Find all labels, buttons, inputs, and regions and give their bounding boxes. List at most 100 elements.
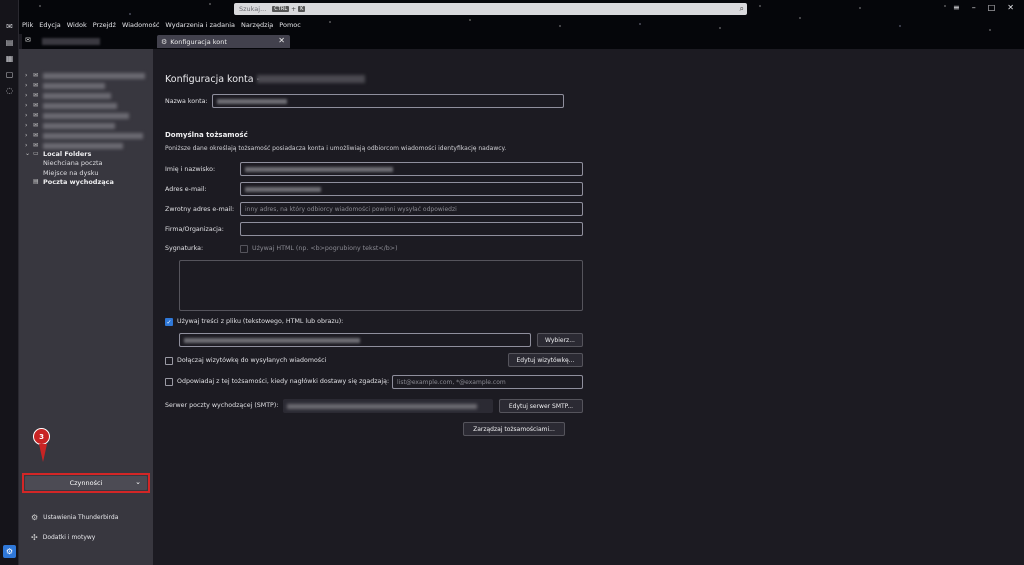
smtp-label: Serwer poczty wychodzącej (SMTP): (165, 402, 279, 409)
tasks-icon[interactable]: ▢ (4, 70, 15, 80)
account-icon: ✉ (33, 122, 39, 129)
menu-events-tasks[interactable]: Wydarzenia i zadania (165, 21, 235, 31)
account-row[interactable]: › ✉ (25, 131, 143, 140)
chevron-right-icon[interactable]: › (25, 112, 31, 119)
account-row[interactable]: › ✉ (25, 111, 129, 120)
app-menu-icon[interactable]: ≡ (953, 3, 960, 12)
folder-label: Niechciana poczta (43, 158, 103, 167)
choose-file-button[interactable]: Wybierz... (537, 333, 583, 347)
full-name-value-redacted (245, 166, 393, 172)
account-settings-pane: Konfiguracja konta - Nazwa konta: Domyśl… (153, 49, 1024, 565)
chevron-right-icon[interactable]: › (25, 92, 31, 99)
maximize-button[interactable]: □ (988, 3, 996, 12)
thunderbird-settings-link[interactable]: ⚙ Ustawienia Thunderbirda (31, 513, 118, 522)
folder-disk-space[interactable]: Miejsce na dysku (43, 168, 98, 177)
attach-vcard-label: Dołączaj wizytówkę do wysyłanych wiadomo… (177, 357, 327, 364)
account-name-redacted (43, 72, 145, 79)
chevron-down-icon[interactable]: ⌄ (25, 150, 31, 157)
menu-go[interactable]: Przejdź (93, 21, 116, 31)
account-row[interactable]: › ✉ (25, 121, 115, 130)
step-badge-pointer (39, 444, 47, 462)
close-window-button[interactable]: ✕ (1007, 3, 1014, 12)
identity-heading: Domyślna tożsamość (165, 131, 248, 139)
account-icon: ✉ (33, 132, 39, 139)
smtp-server-select[interactable] (283, 399, 493, 413)
reply-identity-field[interactable]: list@example.com, *@example.com (392, 375, 583, 389)
chevron-right-icon[interactable]: › (25, 132, 31, 139)
chevron-right-icon[interactable]: › (25, 72, 31, 79)
menu-edit[interactable]: Edycja (39, 21, 60, 31)
use-file-checkbox[interactable]: ✓ (165, 318, 173, 326)
mail-icon[interactable]: ✉ (4, 22, 15, 32)
calendar-icon[interactable]: ▦ (4, 54, 15, 64)
signature-file-path-field[interactable] (179, 333, 531, 347)
reply-to-field[interactable]: inny adres, na który odbiorcy wiadomości… (240, 202, 583, 216)
folder-icon: ▭ (33, 150, 39, 157)
title-bar: Plik Edycja Widok Przejdź Wiadomość Wyda… (0, 0, 1024, 34)
reply-to-placeholder: inny adres, na który odbiorcy wiadomości… (245, 205, 457, 213)
chat-icon[interactable]: ◌ (4, 86, 15, 96)
tab-account-settings[interactable]: ⚙ Konfiguracja kont ✕ (157, 35, 290, 48)
mail-home-tab-redacted[interactable] (42, 38, 100, 45)
account-row[interactable]: › ✉ (25, 71, 145, 80)
account-row[interactable]: › ✉ (25, 81, 105, 90)
account-name-redacted (43, 122, 115, 129)
full-name-field[interactable] (240, 162, 583, 176)
minimize-button[interactable]: – (972, 3, 976, 12)
gear-icon: ⚙ (161, 37, 168, 46)
tab-close-button[interactable]: ✕ (278, 36, 285, 45)
search-placeholder: Szukaj... (239, 5, 267, 13)
reply-identity-checkbox[interactable] (165, 378, 173, 386)
email-field[interactable] (240, 182, 583, 196)
search-icon[interactable]: ⌕ (740, 4, 744, 14)
account-actions-button[interactable]: Czynności ⌄ (25, 476, 147, 490)
menu-bar: Plik Edycja Widok Przejdź Wiadomość Wyda… (22, 21, 301, 31)
addons-themes-link[interactable]: ✣ Dodatki i motywy (31, 533, 95, 542)
email-label: Adres e-mail: (165, 186, 207, 193)
reply-to-label: Zwrotny adres e-mail: (165, 206, 235, 213)
chevron-right-icon[interactable]: › (25, 82, 31, 89)
page-title-account-redacted (257, 75, 365, 83)
organization-label: Firma/Organizacja: (165, 226, 224, 233)
attach-vcard-checkbox[interactable] (165, 357, 173, 365)
folder-label: Poczta wychodząca (43, 177, 114, 186)
search-shortcut-mod: CTRL (272, 6, 290, 12)
mail-home-tab-icon[interactable]: ✉ (25, 36, 39, 46)
address-book-icon[interactable]: ▤ (4, 38, 15, 48)
signature-textarea[interactable] (179, 260, 583, 311)
account-name-redacted (43, 102, 117, 109)
chevron-right-icon[interactable]: › (25, 142, 31, 149)
folder-outbox[interactable]: ▤ Poczta wychodząca (25, 177, 114, 186)
menu-tools[interactable]: Narzędzia (241, 21, 273, 31)
search-shortcut-plus: + (291, 5, 297, 13)
account-row[interactable]: › ✉ (25, 91, 111, 100)
account-name-redacted (43, 112, 129, 119)
menu-message[interactable]: Wiadomość (122, 21, 159, 31)
organization-field[interactable] (240, 222, 583, 236)
global-search-input[interactable]: Szukaj... CTRL + K ⌕ (234, 3, 747, 15)
reply-identity-label: Odpowiadaj z tej tożsamości, kiedy nagłó… (177, 378, 390, 385)
folder-junk[interactable]: Niechciana poczta (43, 158, 103, 167)
edit-smtp-button[interactable]: Edytuj serwer SMTP... (499, 399, 583, 413)
account-actions-label: Czynności (69, 479, 103, 487)
account-icon: ✉ (33, 112, 39, 119)
menu-help[interactable]: Pomoc (279, 21, 301, 31)
settings-gear-icon[interactable]: ⚙ (3, 545, 16, 558)
manage-identities-button[interactable]: Zarządzaj tożsamościami... (463, 422, 565, 436)
edit-vcard-button[interactable]: Edytuj wizytówkę... (508, 353, 583, 367)
chevron-down-icon: ⌄ (135, 478, 141, 486)
menu-file[interactable]: Plik (22, 21, 33, 31)
menu-view[interactable]: Widok (67, 21, 87, 31)
search-shortcut-key: K (298, 6, 306, 12)
account-icon: ✉ (33, 92, 39, 99)
folder-local-folders[interactable]: ⌄ ▭ Local Folders (25, 149, 91, 158)
gear-icon: ⚙ (31, 513, 39, 522)
account-name-redacted (43, 82, 105, 89)
use-html-checkbox[interactable] (240, 245, 248, 253)
chevron-right-icon[interactable]: › (25, 102, 31, 109)
account-icon: ✉ (33, 72, 39, 79)
account-name-field[interactable] (212, 94, 564, 108)
account-name-redacted (43, 142, 123, 149)
chevron-right-icon[interactable]: › (25, 122, 31, 129)
account-row[interactable]: › ✉ (25, 101, 117, 110)
